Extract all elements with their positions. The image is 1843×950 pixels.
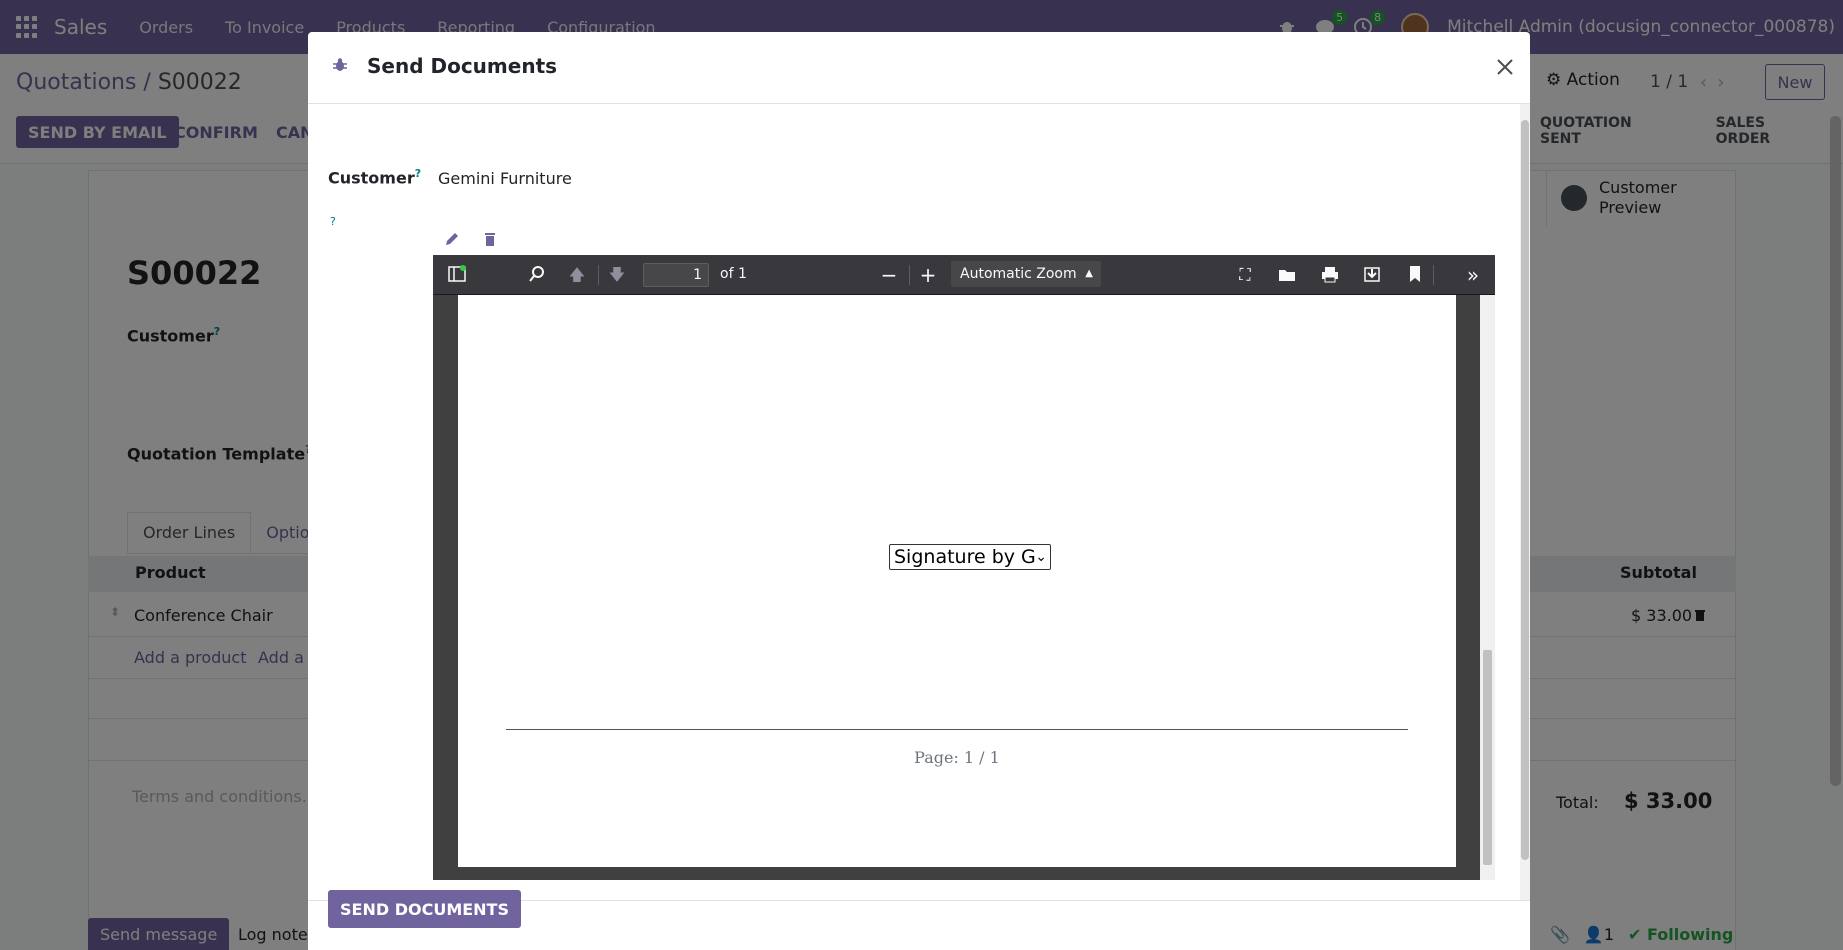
page-count: of 1 bbox=[720, 266, 747, 282]
send-documents-dialog: Send Documents Customer? ? Gemini Furnit… bbox=[308, 32, 1530, 950]
print-icon[interactable] bbox=[1320, 265, 1340, 285]
help-icon[interactable]: ? bbox=[415, 167, 421, 180]
close-icon[interactable] bbox=[1490, 52, 1520, 82]
signature-field-select[interactable]: Signature by G ⌄ bbox=[889, 544, 1051, 570]
page-number-input[interactable]: 1 bbox=[643, 263, 709, 287]
sidebar-toggle-icon[interactable] bbox=[447, 265, 467, 285]
pdf-toolbar: 🡅 🡇 1 of 1 − + Automatic Zoom ▲ ⛶ » bbox=[433, 255, 1495, 295]
signature-field-value: Signature by G bbox=[894, 546, 1036, 568]
send-documents-button[interactable]: SEND DOCUMENTS bbox=[328, 890, 521, 928]
dialog-title: Send Documents bbox=[367, 54, 558, 78]
toolbar-separator bbox=[598, 265, 599, 285]
zoom-in-icon[interactable]: + bbox=[918, 265, 938, 285]
chevron-down-icon: ⌄ bbox=[1035, 549, 1047, 565]
pdf-page: Signature by G ⌄ Page: 1 / 1 bbox=[458, 295, 1456, 867]
page-footer-rule bbox=[506, 729, 1408, 730]
next-page-icon[interactable]: 🡇 bbox=[607, 265, 627, 285]
bookmark-icon[interactable] bbox=[1405, 265, 1425, 285]
bug-icon bbox=[333, 58, 347, 71]
page-footer-number: Page: 1 / 1 bbox=[914, 748, 1000, 767]
toolbar-separator bbox=[1433, 265, 1434, 285]
pencil-icon[interactable] bbox=[444, 231, 460, 247]
select-arrows-icon: ▲ bbox=[1085, 268, 1093, 279]
download-icon[interactable] bbox=[1362, 265, 1382, 285]
dialog-customer-value[interactable]: Gemini Furniture bbox=[438, 169, 572, 188]
zoom-out-icon[interactable]: − bbox=[879, 265, 899, 285]
pdf-viewer: 🡅 🡇 1 of 1 − + Automatic Zoom ▲ ⛶ » Sign… bbox=[433, 255, 1495, 880]
previous-page-icon[interactable]: 🡅 bbox=[567, 265, 587, 285]
dialog-body: Customer? ? Gemini Furniture 🡅 🡇 1 of 1 … bbox=[308, 104, 1530, 900]
presentation-mode-icon[interactable]: ⛶ bbox=[1235, 265, 1255, 285]
trash-icon[interactable] bbox=[482, 231, 498, 247]
dialog-scrollbar-thumb[interactable] bbox=[1521, 120, 1529, 860]
toolbar-separator bbox=[909, 265, 910, 285]
dialog-customer-label-text: Customer bbox=[328, 168, 415, 188]
zoom-value: Automatic Zoom bbox=[960, 266, 1077, 282]
pdf-scrollbar-thumb[interactable] bbox=[1483, 650, 1492, 865]
open-file-icon[interactable] bbox=[1277, 265, 1297, 285]
dialog-header: Send Documents bbox=[308, 32, 1530, 104]
search-icon[interactable] bbox=[527, 265, 547, 285]
dialog-customer-label: Customer? bbox=[328, 167, 421, 187]
tools-chevron-icon[interactable]: » bbox=[1463, 265, 1483, 285]
help-icon[interactable]: ? bbox=[330, 215, 336, 228]
zoom-select[interactable]: Automatic Zoom ▲ bbox=[951, 261, 1101, 287]
